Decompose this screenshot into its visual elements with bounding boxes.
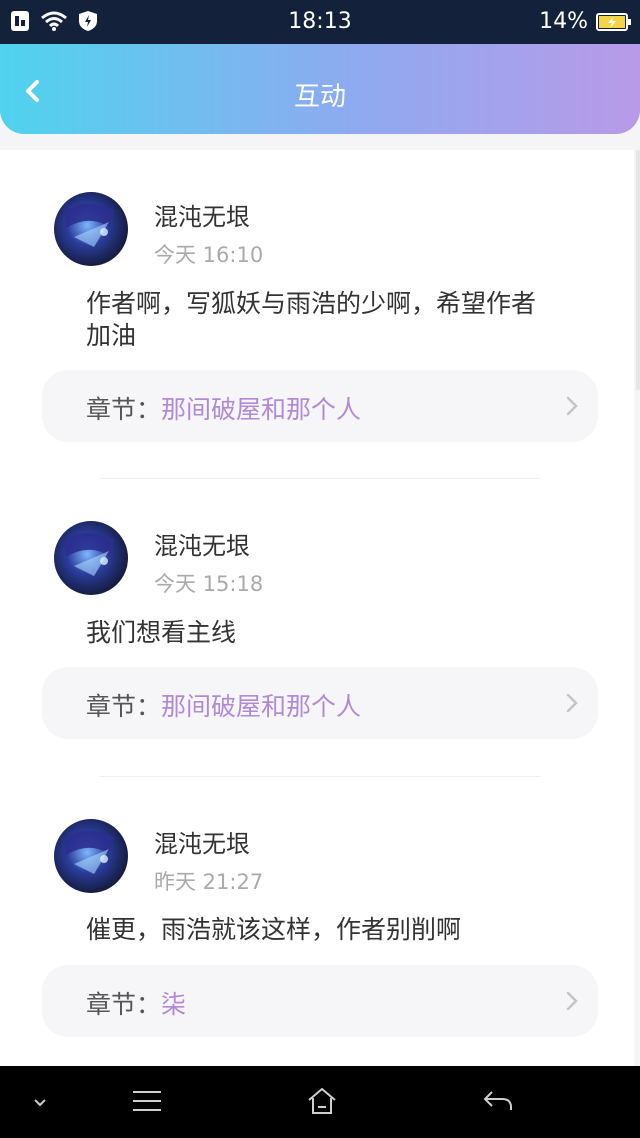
comment-username: 混沌无垠 bbox=[154, 830, 250, 858]
comment-text: 催更，雨浩就该这样，作者别削啊 bbox=[86, 914, 586, 946]
system-nav-bar bbox=[0, 1066, 640, 1138]
chapter-name: 那间破屋和那个人 bbox=[161, 395, 362, 424]
chapter-label: 章节： bbox=[86, 395, 162, 424]
battery-percent: 14% bbox=[539, 9, 588, 34]
chapter-name: 柒 bbox=[161, 990, 187, 1019]
comment-text-line: 我们想看主线 bbox=[86, 618, 237, 647]
chapter-link[interactable]: 章节：柒 bbox=[42, 965, 598, 1037]
chevron-right-icon bbox=[566, 693, 578, 713]
comment-text: 作者啊，写狐妖与雨浩的少啊，希望作者 加油 bbox=[86, 288, 586, 352]
chevron-right-icon bbox=[566, 991, 578, 1011]
comment-username: 混沌无垠 bbox=[154, 203, 250, 231]
chevron-right-icon bbox=[566, 396, 578, 416]
comment-text: 我们想看主线 bbox=[86, 617, 586, 649]
home-icon[interactable] bbox=[306, 1086, 338, 1116]
status-bar: 18:13 14% bbox=[0, 0, 640, 44]
avatar[interactable] bbox=[54, 819, 128, 893]
chapter-label: 章节： bbox=[86, 692, 162, 721]
chapter-link[interactable]: 章节：那间破屋和那个人 bbox=[42, 370, 598, 442]
comment-timestamp: 今天 16:10 bbox=[154, 243, 264, 267]
chapter-label: 章节： bbox=[86, 990, 162, 1019]
comment-text-line: 催更，雨浩就该这样，作者别削啊 bbox=[86, 915, 462, 944]
battery-icon bbox=[596, 12, 631, 31]
scrollbar[interactable] bbox=[636, 150, 640, 390]
divider bbox=[100, 478, 540, 479]
comment-list[interactable]: 混沌无垠 今天 16:10 作者啊，写狐妖与雨浩的少啊，希望作者 加油 章节：那… bbox=[0, 150, 634, 1066]
avatar[interactable] bbox=[54, 192, 128, 266]
chapter-name: 那间破屋和那个人 bbox=[161, 692, 362, 721]
comment-username: 混沌无垠 bbox=[154, 532, 250, 560]
divider bbox=[100, 776, 540, 777]
comment-text-line: 加油 bbox=[86, 321, 137, 350]
return-icon[interactable] bbox=[482, 1088, 514, 1114]
chapter-link[interactable]: 章节：那间破屋和那个人 bbox=[42, 667, 598, 739]
page-header: 互动 bbox=[0, 44, 640, 134]
chevron-down-icon[interactable] bbox=[30, 1096, 50, 1110]
avatar[interactable] bbox=[54, 521, 128, 595]
comment-timestamp: 今天 15:18 bbox=[154, 572, 264, 596]
menu-icon[interactable] bbox=[132, 1088, 162, 1114]
comment-text-line: 作者啊，写狐妖与雨浩的少啊，希望作者 bbox=[86, 289, 537, 318]
page-title: 互动 bbox=[293, 82, 346, 112]
comment-timestamp: 昨天 21:27 bbox=[154, 870, 264, 894]
